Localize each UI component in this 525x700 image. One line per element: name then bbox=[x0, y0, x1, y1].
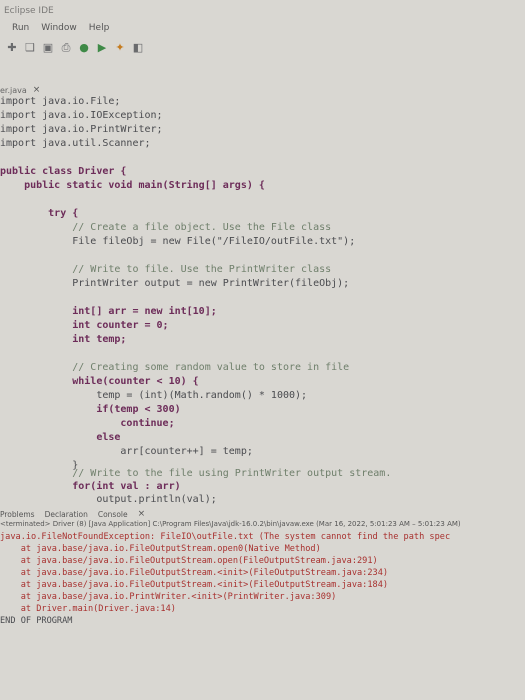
console-line: at java.base/java.io.FileOutputStream.op… bbox=[0, 544, 321, 554]
run-icon[interactable]: ▶ bbox=[96, 42, 108, 54]
window-title: Eclipse IDE bbox=[4, 6, 54, 16]
editor-tab[interactable]: er.java × bbox=[0, 84, 525, 96]
code-line: int[] arr = new int[10]; bbox=[0, 306, 217, 317]
menu-bar: Run Window Help bbox=[0, 20, 525, 36]
code-line: // Write to the file using PrintWriter o… bbox=[0, 468, 392, 479]
code-line: import java.io.IOException; bbox=[0, 110, 163, 121]
console-line: at java.base/java.io.FileOutputStream.<i… bbox=[0, 568, 389, 578]
console-line: at java.base/java.io.PrintWriter.<init>(… bbox=[0, 592, 337, 602]
code-line: else bbox=[0, 432, 121, 443]
code-line: import java.io.File; bbox=[0, 96, 121, 107]
close-icon[interactable]: × bbox=[138, 509, 146, 519]
menu-window[interactable]: Window bbox=[41, 23, 77, 33]
code-line: // Creating some random value to store i… bbox=[0, 362, 350, 373]
console-line: at java.base/java.io.FileOutputStream.<i… bbox=[0, 580, 389, 590]
code-line: temp = (int)(Math.random() * 1000); bbox=[0, 390, 308, 401]
code-line: public class Driver { bbox=[0, 166, 127, 177]
code-line: if(temp < 300) bbox=[0, 404, 181, 415]
code-line: import java.io.PrintWriter; bbox=[0, 124, 163, 135]
code-editor[interactable]: import java.io.File; import java.io.IOEx… bbox=[0, 96, 525, 482]
editor-tab-label: er.java bbox=[0, 85, 27, 95]
code-editor-tail[interactable]: // Write to the file using PrintWriter o… bbox=[0, 468, 525, 508]
console-line: END OF PROGRAM bbox=[0, 616, 73, 626]
code-line: // Write to file. Use the PrintWriter cl… bbox=[0, 264, 332, 275]
code-line: int temp; bbox=[0, 334, 127, 345]
toolbar: ✚ ❑ ▣ ⎙ ● ▶ ✦ ◧ bbox=[0, 36, 525, 84]
new-java-class-icon[interactable]: ◧ bbox=[132, 42, 144, 54]
menu-help[interactable]: Help bbox=[89, 23, 110, 33]
code-line: // Create a file object. Use the File cl… bbox=[0, 222, 332, 233]
code-line: PrintWriter output = new PrintWriter(fil… bbox=[0, 278, 350, 289]
save-icon[interactable]: ▣ bbox=[42, 42, 54, 54]
menu-run[interactable]: Run bbox=[12, 23, 29, 33]
console-output[interactable]: java.io.FileNotFoundException: FileIO\ou… bbox=[0, 532, 525, 700]
code-line: continue; bbox=[0, 418, 175, 429]
code-line: File fileObj = new File("/FileIO/outFile… bbox=[0, 236, 356, 247]
external-tools-icon[interactable]: ✦ bbox=[114, 42, 126, 54]
close-icon[interactable]: × bbox=[33, 85, 41, 95]
panel-tabs: Problems Declaration Console × bbox=[0, 508, 525, 520]
tab-declaration[interactable]: Declaration bbox=[45, 510, 88, 519]
console-line: at java.base/java.io.FileOutputStream.op… bbox=[0, 556, 378, 566]
new-icon[interactable]: ✚ bbox=[6, 42, 18, 54]
code-line: try { bbox=[0, 208, 79, 219]
code-line: import java.util.Scanner; bbox=[0, 138, 151, 149]
console-line: at Driver.main(Driver.java:14) bbox=[0, 604, 176, 614]
open-icon[interactable]: ❑ bbox=[24, 42, 36, 54]
code-line: arr[counter++] = temp; bbox=[0, 446, 253, 457]
tab-problems[interactable]: Problems bbox=[0, 510, 35, 519]
tab-console[interactable]: Console bbox=[98, 510, 128, 519]
code-line: int counter = 0; bbox=[0, 320, 169, 331]
code-line: public static void main(String[] args) { bbox=[0, 180, 265, 191]
console-line: java.io.FileNotFoundException: FileIO\ou… bbox=[0, 532, 451, 542]
code-line: while(counter < 10) { bbox=[0, 376, 199, 387]
code-line: output.println(val); bbox=[0, 494, 217, 505]
code-line: for(int val : arr) bbox=[0, 481, 181, 492]
debug-icon[interactable]: ● bbox=[78, 42, 90, 54]
console-status: <terminated> Driver (8) [Java Applicatio… bbox=[0, 520, 461, 528]
print-icon[interactable]: ⎙ bbox=[60, 42, 72, 54]
